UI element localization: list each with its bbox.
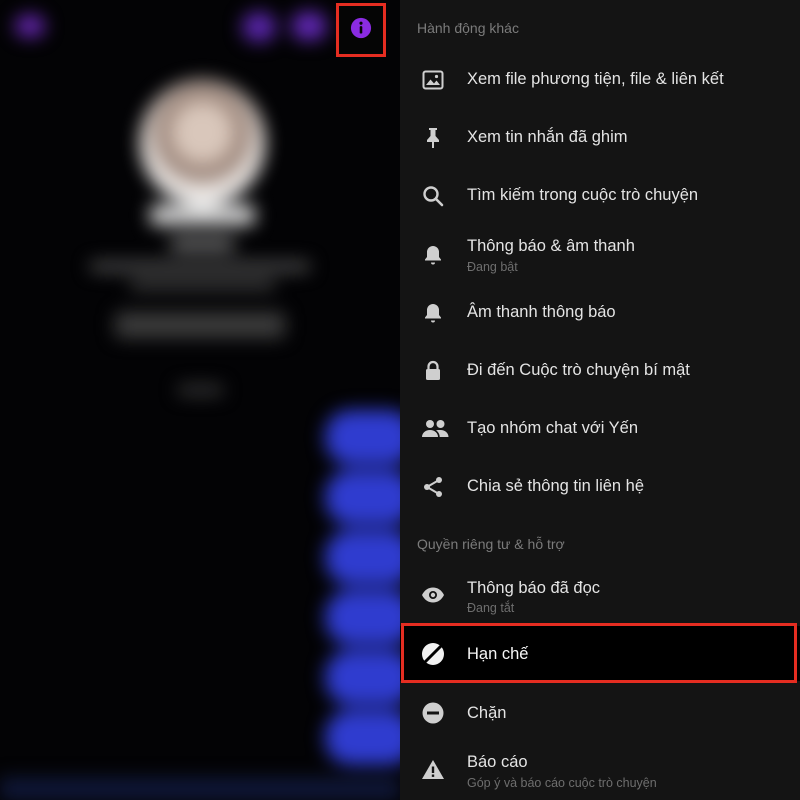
view-pinned-messages-item[interactable]: Xem tin nhắn đã ghim (400, 113, 800, 163)
menu-item-status: Đang bật (467, 260, 518, 274)
info-icon (350, 17, 372, 44)
avatar (140, 80, 265, 205)
message-bubble (325, 650, 400, 705)
timestamp-blurred (178, 385, 223, 395)
go-to-secret-conversation-item[interactable]: Đi đến Cuộc trò chuyện bí mật (400, 346, 800, 396)
restrict-item[interactable]: Hạn chế (400, 626, 800, 681)
notifications-sounds-item[interactable]: Thông báo & âm thanh Đang bật (400, 228, 800, 284)
menu-item-label: Tạo nhóm chat với Yến (467, 419, 639, 437)
eye-icon (421, 583, 445, 607)
share-contact-info-item[interactable]: Chia sẻ thông tin liên hệ (400, 462, 800, 512)
section-header-more-actions: Hành động khác (417, 20, 519, 36)
menu-item-label: Đi đến Cuộc trò chuyện bí mật (467, 361, 690, 379)
composer-bar-blurred (0, 778, 400, 800)
section-header-privacy-support: Quyền riêng tư & hỗ trợ (417, 536, 565, 552)
bell-icon (421, 301, 445, 325)
share-icon (421, 475, 445, 499)
menu-item-label: Thông báo đã đọc (467, 579, 601, 597)
message-bubble (325, 710, 400, 765)
view-media-files-links-item[interactable]: Xem file phương tiện, file & liên kết (400, 55, 800, 105)
contact-info-line-blurred (130, 280, 275, 289)
block-icon (421, 701, 445, 725)
menu-item-label: Chia sẻ thông tin liên hệ (467, 477, 645, 495)
contact-subtitle-blurred (170, 238, 235, 250)
restrict-icon (421, 642, 445, 666)
warning-icon (421, 758, 445, 782)
menu-item-label: Báo cáo (467, 753, 528, 771)
search-icon (421, 184, 445, 208)
conversation-options-menu: Hành động khác Xem file phương tiện, fil… (400, 0, 800, 800)
message-bubble (325, 590, 400, 645)
menu-item-label: Chặn (467, 704, 507, 722)
conversation-pane-blurred (0, 0, 400, 800)
info-button[interactable] (336, 3, 386, 57)
read-receipts-item[interactable]: Thông báo đã đọc Đang tắt (400, 568, 800, 624)
menu-item-label: Tìm kiếm trong cuộc trò chuyện (467, 186, 699, 204)
menu-item-status: Đang tắt (467, 601, 515, 615)
menu-item-description: Góp ý và báo cáo cuộc trò chuyện (467, 776, 657, 790)
blurred-background (0, 0, 400, 800)
menu-item-label: Xem tin nhắn đã ghim (467, 128, 628, 146)
people-icon (421, 417, 449, 441)
message-bubble (325, 530, 400, 585)
message-bubble (325, 410, 400, 465)
bell-icon (421, 243, 445, 267)
report-item[interactable]: Báo cáo Góp ý và báo cáo cuộc trò chuyện (400, 745, 800, 800)
lock-icon (421, 359, 445, 383)
menu-item-label: Xem file phương tiện, file & liên kết (467, 70, 724, 88)
back-icon (15, 15, 45, 37)
profile-button-blurred (115, 312, 285, 338)
menu-item-label: Âm thanh thông báo (467, 303, 616, 321)
menu-item-label: Hạn chế (467, 645, 529, 663)
search-in-conversation-item[interactable]: Tìm kiếm trong cuộc trò chuyện (400, 171, 800, 221)
contact-name-blurred (150, 205, 255, 225)
call-icon (242, 12, 276, 42)
pin-icon (421, 126, 445, 150)
block-item[interactable]: Chặn (400, 688, 800, 738)
video-call-icon (292, 12, 326, 40)
menu-item-label: Thông báo & âm thanh (467, 237, 635, 255)
notification-sound-item[interactable]: Âm thanh thông báo (400, 288, 800, 338)
message-bubble (325, 470, 400, 525)
image-icon (421, 68, 445, 92)
contact-info-line-blurred (90, 262, 310, 271)
create-group-chat-item[interactable]: Tạo nhóm chat với Yến (400, 404, 800, 454)
